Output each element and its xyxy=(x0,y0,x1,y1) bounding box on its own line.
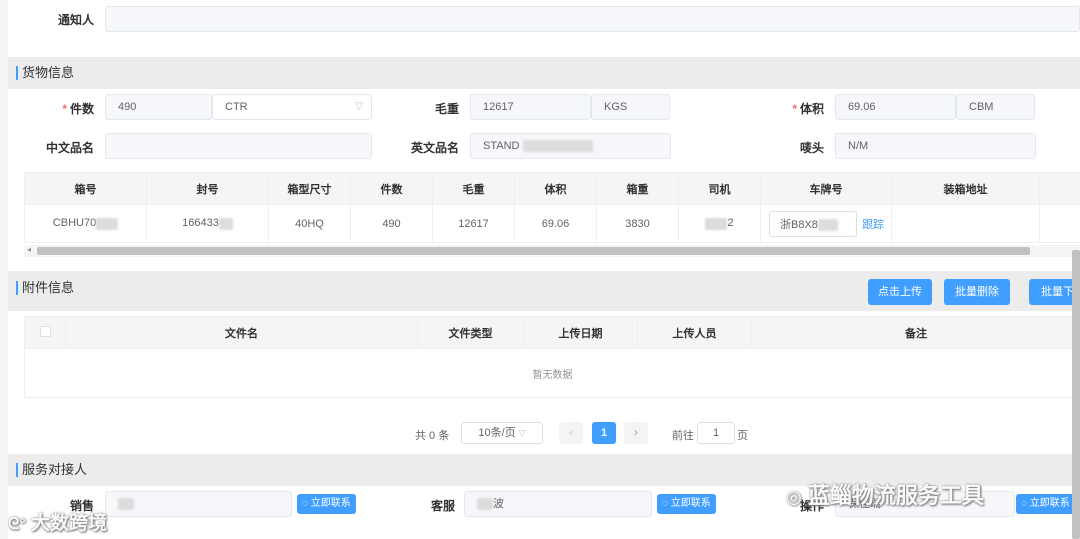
column-header: 文件类型 xyxy=(417,316,524,349)
next-page-button[interactable]: › xyxy=(624,422,648,444)
wechat-icon: ◎ xyxy=(786,487,802,507)
gross-weight-input[interactable]: 12617 xyxy=(470,94,591,120)
cs-contact-button[interactable]: ◌ 立即联系 xyxy=(657,494,716,514)
plate-cell: 浙B8X8 跟踪 xyxy=(760,204,892,243)
address-cell xyxy=(891,204,1040,243)
cargo-section-header: 货物信息 xyxy=(8,57,1080,89)
scrollbar-thumb[interactable] xyxy=(37,247,1030,255)
column-header: 箱型尺寸 xyxy=(268,172,351,205)
customer-service-label: 客服 xyxy=(430,499,455,513)
column-header: 上传日期 xyxy=(523,316,638,349)
box-no-cell: CBHU70 xyxy=(24,204,147,243)
column-header: 上传人员 xyxy=(637,316,752,349)
column-header: 箱重 xyxy=(596,172,679,205)
customer-service-input[interactable]: 波 xyxy=(464,491,652,517)
gross-weight-unit[interactable]: KGS xyxy=(591,94,670,120)
notify-input[interactable] xyxy=(105,6,1080,32)
seal-no-cell: 166433 xyxy=(146,204,269,243)
table-horizontal-scrollbar[interactable]: ◂ xyxy=(24,245,1080,257)
upload-button[interactable]: 点击上传 xyxy=(868,279,932,305)
column-header: 箱号 xyxy=(24,172,147,205)
page-size-select[interactable]: 10条/页 ▽ xyxy=(461,422,543,444)
watermark-right: ◎ 蓝鲻物流服务工具 xyxy=(786,483,984,508)
chat-icon: ◌ xyxy=(1021,498,1027,509)
empty-row: 暂无数据 xyxy=(24,348,1080,398)
pieces-label: * 件数 xyxy=(62,102,94,116)
column-header-extra xyxy=(1039,172,1080,205)
volume-cell: 69.06 xyxy=(514,204,597,243)
goto-label: 前往 xyxy=(672,430,694,442)
column-header: 司机 xyxy=(678,172,761,205)
en-name-input[interactable]: STAND xyxy=(470,133,671,159)
pieces-unit-select[interactable]: CTR ▽ xyxy=(212,94,372,120)
pieces-cell: 490 xyxy=(350,204,433,243)
pieces-input[interactable]: 490 xyxy=(105,94,212,120)
prev-page-button[interactable]: ‹ xyxy=(559,422,583,444)
select-all-cell xyxy=(24,316,66,349)
page-1-button[interactable]: 1 xyxy=(592,422,616,444)
cn-name-label: 中文品名 xyxy=(45,141,94,155)
column-header: 文件名 xyxy=(65,316,418,349)
gross-cell: 12617 xyxy=(432,204,515,243)
plate-input[interactable]: 浙B8X8 xyxy=(769,210,857,237)
page-unit-label: 页 xyxy=(737,430,748,442)
mark-input[interactable]: N/M xyxy=(835,133,1036,159)
chevron-down-icon: ▽ xyxy=(518,428,526,438)
select-all-checkbox[interactable] xyxy=(39,325,51,337)
chat-icon: ◌ xyxy=(662,498,668,509)
column-header: 备注 xyxy=(751,316,1080,349)
column-header: 毛重 xyxy=(432,172,515,205)
shipment-detail-page: 通知人 货物信息 * 件数 490 CTR ▽ 毛重 12617 KGS * 体积 6… xyxy=(8,0,1080,539)
volume-input[interactable]: 69.06 xyxy=(835,94,956,120)
wechat-icon: ᘓ° xyxy=(8,516,26,533)
gross-weight-label: 毛重 xyxy=(434,102,459,116)
track-link[interactable]: 跟踪 xyxy=(862,219,884,231)
container-table-header: 箱号 封号 箱型尺寸 件数 毛重 体积 箱重 司机 车牌号 装箱地址 xyxy=(24,172,1080,205)
extra-cell xyxy=(1039,204,1080,243)
driver-cell: 2 xyxy=(678,204,761,243)
empty-text: 暂无数据 xyxy=(24,348,1080,398)
page-vertical-scrollbar[interactable] xyxy=(1072,250,1080,539)
pagination-total: 共 0 条 xyxy=(415,430,450,442)
batch-delete-button[interactable]: 批量删除 xyxy=(944,279,1010,305)
column-header: 件数 xyxy=(350,172,433,205)
goto-page-input[interactable]: 1 xyxy=(697,422,735,444)
service-section-title: 服务对接人 xyxy=(16,463,87,477)
cn-name-input[interactable] xyxy=(105,133,372,159)
column-header: 装箱地址 xyxy=(891,172,1040,205)
sales-contact-button[interactable]: ◌ 立即联系 xyxy=(297,494,356,514)
column-header: 封号 xyxy=(146,172,269,205)
container-table: 箱号 封号 箱型尺寸 件数 毛重 体积 箱重 司机 车牌号 装箱地址 CBHU7… xyxy=(24,172,1080,243)
scroll-left-icon[interactable]: ◂ xyxy=(27,245,31,254)
chevron-down-icon: ▽ xyxy=(355,101,363,112)
table-row: CBHU70 166433 40HQ 490 12617 69.06 3830 … xyxy=(24,204,1080,243)
tare-cell: 3830 xyxy=(596,204,679,243)
attachments-section-header: 附件信息 点击上传 批量删除 批量下 xyxy=(8,271,1080,311)
volume-label: * 体积 xyxy=(792,102,824,116)
column-header: 体积 xyxy=(514,172,597,205)
chat-icon: ◌ xyxy=(302,498,308,509)
notify-label: 通知人 xyxy=(57,13,94,27)
volume-unit[interactable]: CBM xyxy=(956,94,1035,120)
en-name-label: 英文品名 xyxy=(410,141,459,155)
mark-label: 唛头 xyxy=(799,141,824,155)
attachments-section-title: 附件信息 xyxy=(16,281,74,295)
column-header: 车牌号 xyxy=(760,172,892,205)
attachments-table-header: 文件名 文件类型 上传日期 上传人员 备注 xyxy=(24,316,1080,349)
cargo-section-title: 货物信息 xyxy=(16,66,74,80)
op-contact-button[interactable]: ◌ 立即联系 xyxy=(1016,494,1075,514)
sales-input[interactable] xyxy=(105,491,292,517)
attachments-table: 文件名 文件类型 上传日期 上传人员 备注 暂无数据 xyxy=(24,316,1080,398)
size-cell: 40HQ xyxy=(268,204,351,243)
watermark-left: ᘓ° 大数跨境 xyxy=(8,513,107,534)
